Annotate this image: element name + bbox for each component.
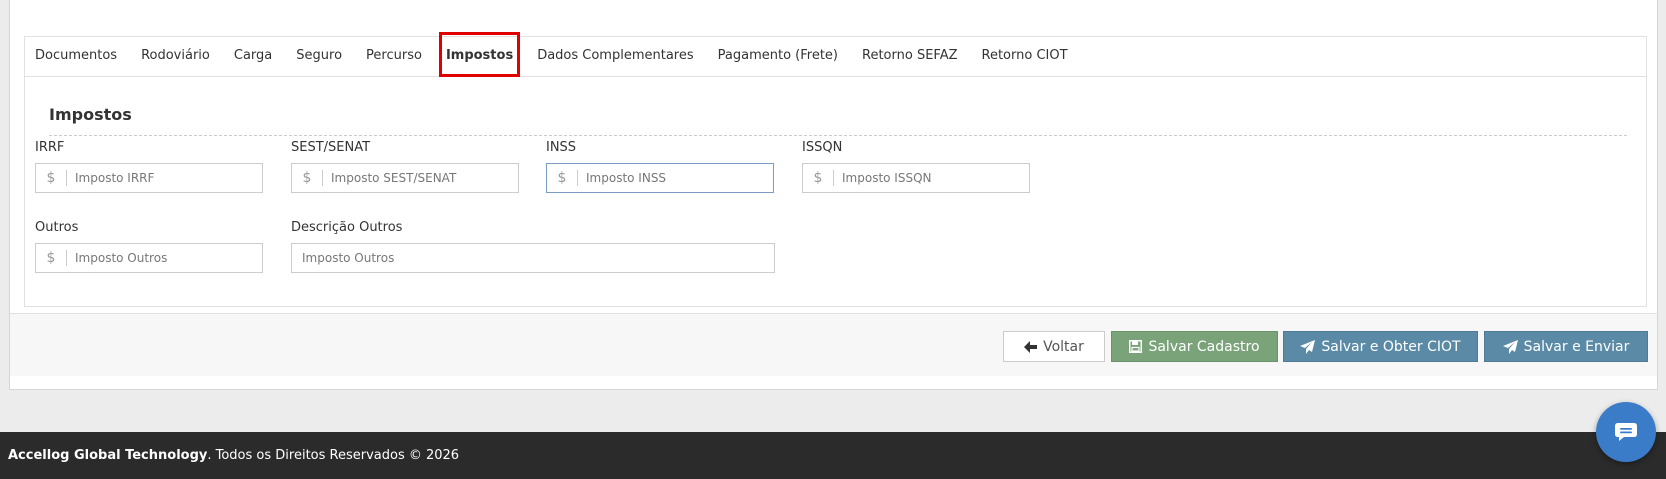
section-divider <box>49 135 1627 136</box>
outros-field: Outros $ <box>35 220 263 273</box>
dollar-icon: $ <box>36 250 67 266</box>
dollar-icon: $ <box>292 170 323 186</box>
issqn-input[interactable] <box>834 164 1029 192</box>
tab-carga[interactable]: Carga <box>222 37 284 77</box>
inss-input-group: $ <box>546 163 774 193</box>
tab-impostos[interactable]: Impostos <box>434 32 525 77</box>
irrf-field: IRRF $ <box>35 140 263 193</box>
dollar-icon: $ <box>803 170 834 186</box>
save-obtain-ciot-label: Salvar e Obter CIOT <box>1321 338 1461 355</box>
save-send-button[interactable]: Salvar e Enviar <box>1484 331 1648 362</box>
descricao-outros-field: Descrição Outros <box>291 220 775 273</box>
sest-senat-label: SEST/SENAT <box>291 140 371 155</box>
issqn-label: ISSQN <box>802 140 843 155</box>
tab-seguro[interactable]: Seguro <box>284 37 354 77</box>
dollar-icon: $ <box>36 170 67 186</box>
save-button[interactable]: Salvar Cadastro <box>1111 331 1278 362</box>
descricao-outros-label: Descrição Outros <box>291 220 403 235</box>
arrow-left-icon <box>1024 340 1038 353</box>
irrf-input-group: $ <box>35 163 263 193</box>
issqn-field: ISSQN $ <box>802 140 1030 193</box>
paper-plane-icon <box>1300 339 1316 354</box>
chat-bubble-icon <box>1615 423 1637 441</box>
back-button-label: Voltar <box>1043 338 1084 355</box>
tab-dados-complementares[interactable]: Dados Complementares <box>525 37 705 77</box>
tab-bar: Documentos Rodoviário Carga Seguro Percu… <box>25 32 1646 77</box>
issqn-input-group: $ <box>802 163 1030 193</box>
irrf-input[interactable] <box>67 164 262 192</box>
outros-input-group: $ <box>35 243 263 273</box>
inss-field: INSS $ <box>546 140 774 193</box>
site-footer: Accellog Global Technology. Todos os Dir… <box>0 432 1666 479</box>
paper-plane-icon <box>1502 339 1518 354</box>
section-title: Impostos <box>49 105 132 124</box>
save-obtain-ciot-button[interactable]: Salvar e Obter CIOT <box>1283 331 1478 362</box>
main-panel: Documentos Rodoviário Carga Seguro Percu… <box>9 0 1658 390</box>
tab-container: Documentos Rodoviário Carga Seguro Percu… <box>24 32 1647 307</box>
tab-pagamento-frete[interactable]: Pagamento (Frete) <box>706 37 850 77</box>
tab-retorno-sefaz[interactable]: Retorno SEFAZ <box>850 37 970 77</box>
sest-senat-field: SEST/SENAT $ <box>291 140 519 193</box>
back-button[interactable]: Voltar <box>1003 331 1105 362</box>
descricao-outros-input[interactable] <box>292 244 774 272</box>
tab-rodoviario[interactable]: Rodoviário <box>129 37 222 77</box>
outros-label: Outros <box>35 220 79 235</box>
sest-senat-input[interactable] <box>323 164 518 192</box>
outros-input[interactable] <box>67 244 262 272</box>
save-send-label: Salvar e Enviar <box>1523 338 1630 355</box>
irrf-label: IRRF <box>35 140 65 155</box>
action-bar: Voltar Salvar Cadastro Salvar e Obter CI… <box>10 313 1657 376</box>
tab-retorno-ciot[interactable]: Retorno CIOT <box>970 37 1080 77</box>
tab-documentos[interactable]: Documentos <box>35 37 129 77</box>
dollar-icon: $ <box>547 170 578 186</box>
footer-rights: . Todos os Direitos Reservados © 2026 <box>207 448 460 463</box>
descricao-outros-input-group <box>291 243 775 273</box>
floppy-disk-icon <box>1129 340 1143 353</box>
chat-button[interactable] <box>1596 402 1656 462</box>
sest-senat-input-group: $ <box>291 163 519 193</box>
footer-company: Accellog Global Technology <box>8 448 208 463</box>
save-button-label: Salvar Cadastro <box>1148 338 1260 355</box>
tab-percurso[interactable]: Percurso <box>354 37 434 77</box>
inss-label: INSS <box>546 140 577 155</box>
inss-input[interactable] <box>578 164 773 192</box>
